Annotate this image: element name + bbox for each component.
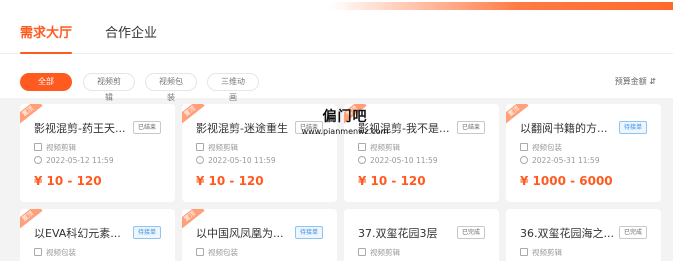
task-title: 影视混剪-药王天... [34,122,126,135]
task-title: 影视混剪-迷途重生 [196,122,288,135]
sort-by-budget[interactable]: 预算金额 ⇵ [615,76,656,87]
status-badge: 已结束 [132,121,161,134]
filter-bar: 全部 视频剪辑 视频包装 三维动画 预算金额 ⇵ [0,54,673,102]
task-category: 视频包装 [34,247,76,258]
play-icon [358,143,366,151]
filter-chip-3d-animation[interactable]: 三维动画 [207,73,259,102]
task-title: 36.双玺花园海之... [520,227,614,240]
task-budget: ¥ 10 - 120 [358,174,426,188]
task-title: 以中国风凤凰为... [196,227,284,240]
status-badge: 待接单 [132,226,161,239]
filter-chip-video-packaging[interactable]: 视频包装 [145,73,197,102]
task-date: 2022-05-31 11:59 [520,156,600,165]
watermark-title: 偏门吧 [322,109,368,125]
task-category: 视频剪辑 [520,247,562,258]
clock-icon [520,156,528,164]
status-badge: 已结束 [456,121,485,134]
task-title: 以EVA科幻元素... [34,227,121,240]
task-budget: ¥ 10 - 120 [196,174,264,188]
site-watermark: 偏门吧 www.pianmenwz.com [280,106,410,136]
task-card[interactable]: 置顶 以中国风凤凰为... 待接单 视频包装 [182,209,337,261]
task-card[interactable]: 37.双玺花园3层 已完成 视频剪辑 [344,209,499,261]
play-icon [34,248,42,256]
status-badge: 已完成 [456,226,485,239]
task-category: 视频剪辑 [358,142,400,153]
task-title: 37.双玺花园3层 [358,227,438,240]
task-date: 2022-05-10 11:59 [358,156,438,165]
clock-icon [34,156,42,164]
clock-icon [358,156,366,164]
filter-chip-all[interactable]: 全部 [20,73,72,91]
task-card[interactable]: 36.双玺花园海之... 已完成 视频剪辑 [506,209,661,261]
task-date: 2022-05-10 11:59 [196,156,276,165]
tab-demand-hall[interactable]: 需求大厅 [20,26,73,54]
header-gradient [330,2,673,10]
status-badge: 已完成 [618,226,647,239]
task-budget: ¥ 1000 - 6000 [520,174,613,188]
play-icon [34,143,42,151]
play-icon [358,248,366,256]
task-card[interactable]: 置顶 以翻阅书籍的方... 待接单 视频包装 2022-05-31 11:59 … [506,104,661,202]
tab-partner-companies[interactable]: 合作企业 [105,26,157,42]
play-icon [196,248,204,256]
status-badge: 待接单 [618,121,647,134]
play-icon [520,248,528,256]
task-category: 视频剪辑 [34,142,76,153]
clock-icon [196,156,204,164]
watermark-url: www.pianmenwz.com [301,127,389,136]
task-category: 视频剪辑 [196,142,238,153]
task-title: 以翻阅书籍的方... [520,122,608,135]
task-date: 2022-05-12 11:59 [34,156,114,165]
task-category: 视频包装 [520,142,562,153]
tab-bar: 需求大厅 合作企业 [0,10,673,54]
task-card[interactable]: 置顶 以EVA科幻元素... 待接单 视频包装 [20,209,175,261]
task-category: 视频包装 [196,247,238,258]
status-badge: 待接单 [294,226,323,239]
top-header-strip [0,0,673,10]
filter-chip-video-editing[interactable]: 视频剪辑 [83,73,135,102]
play-icon [196,143,204,151]
task-budget: ¥ 10 - 120 [34,174,102,188]
task-category: 视频剪辑 [358,247,400,258]
play-icon [520,143,528,151]
task-card[interactable]: 置顶 影视混剪-药王天... 已结束 视频剪辑 2022-05-12 11:59… [20,104,175,202]
